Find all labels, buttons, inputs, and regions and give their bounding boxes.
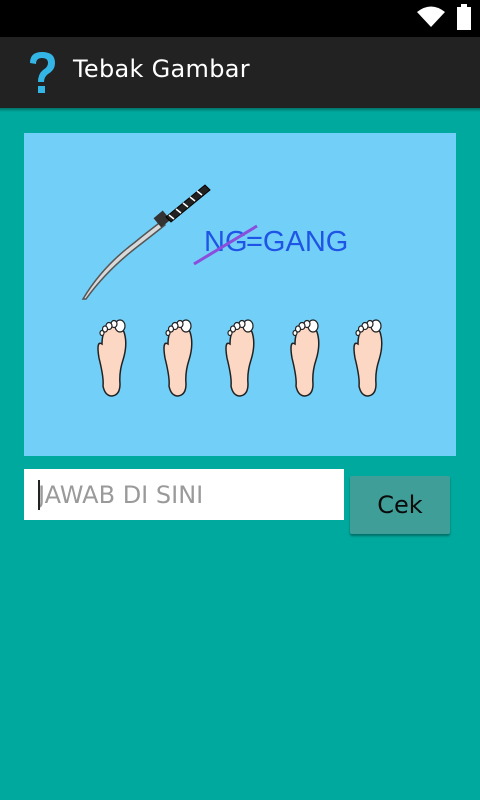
foot-icon xyxy=(290,319,320,397)
status-bar xyxy=(0,0,480,37)
foot-icon xyxy=(97,319,127,397)
katana-icon xyxy=(81,184,211,300)
question-mark-icon[interactable] xyxy=(24,49,60,97)
puzzle-image: NG =GANG xyxy=(24,133,456,456)
text-caret xyxy=(38,480,40,510)
battery-icon xyxy=(457,4,471,30)
check-button[interactable]: Cek xyxy=(350,476,450,534)
action-bar: Tebak Gambar xyxy=(0,37,480,112)
foot-icon xyxy=(225,319,255,397)
equation-text: =GANG xyxy=(246,226,348,258)
answer-input[interactable] xyxy=(24,469,344,520)
foot-icon xyxy=(163,319,193,397)
foot-icon xyxy=(353,319,383,397)
wifi-icon xyxy=(417,6,445,27)
app-title: Tebak Gambar xyxy=(73,55,250,83)
